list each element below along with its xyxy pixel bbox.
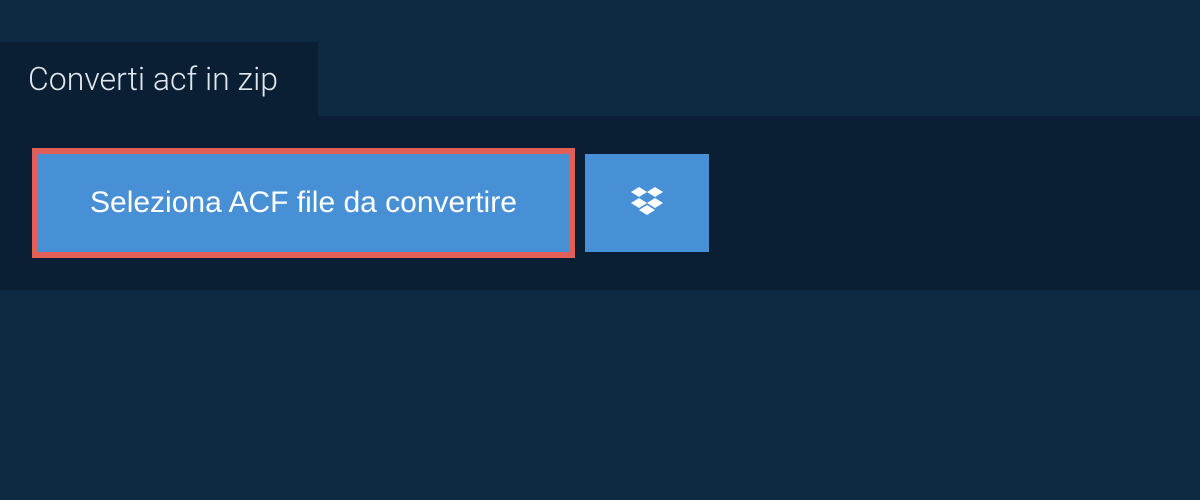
button-row: Seleziona ACF file da convertire — [32, 148, 1200, 258]
select-file-button[interactable]: Seleziona ACF file da convertire — [38, 154, 569, 252]
dropbox-button[interactable] — [585, 154, 709, 252]
dropbox-icon — [627, 183, 667, 223]
tab-header: Converti acf in zip — [0, 42, 318, 116]
select-button-highlight: Seleziona ACF file da convertire — [32, 148, 575, 258]
tab-title: Converti acf in zip — [28, 60, 278, 98]
main-panel: Seleziona ACF file da convertire — [0, 116, 1200, 290]
